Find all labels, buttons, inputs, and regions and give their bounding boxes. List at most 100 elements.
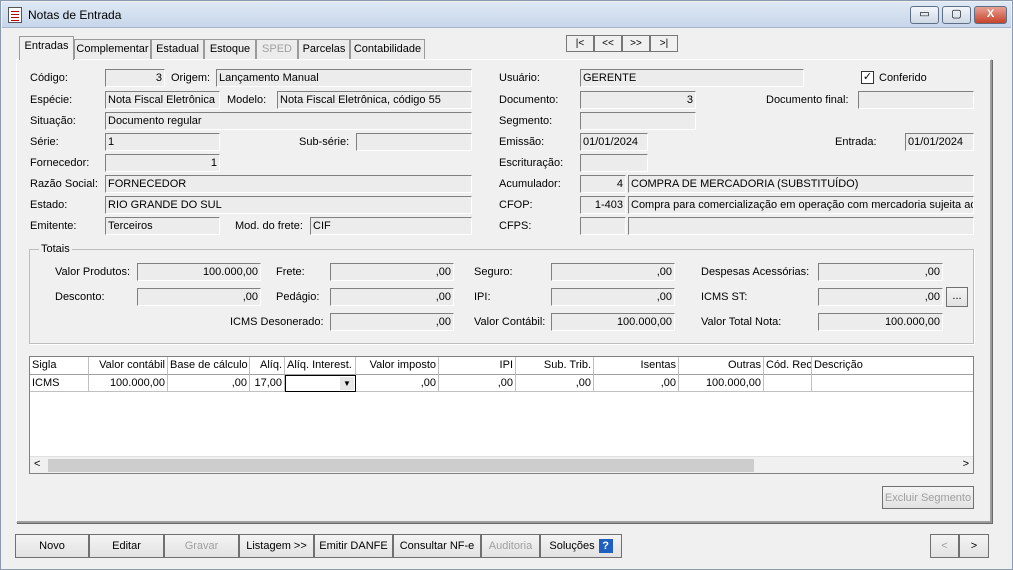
column-header[interactable]: Isentas	[594, 357, 679, 375]
segmento-field[interactable]	[580, 112, 696, 130]
entrada-field[interactable]: 01/01/2024	[905, 133, 974, 151]
razao-social-field[interactable]: FORNECEDOR	[105, 175, 472, 193]
desconto-field[interactable]: ,00	[137, 288, 261, 306]
table-cell[interactable]	[812, 375, 973, 392]
scroll-right-icon[interactable]: >	[963, 458, 969, 470]
escrituracao-label: Escrituração:	[499, 157, 564, 169]
horizontal-scrollbar[interactable]: < >	[30, 456, 973, 473]
table-cell[interactable]: ,00	[516, 375, 594, 392]
despesas-acessorias-field[interactable]: ,00	[818, 263, 943, 281]
modelo-label: Modelo:	[227, 94, 267, 106]
listagem-button[interactable]: Listagem >>	[239, 534, 314, 558]
editar-button[interactable]: Editar	[89, 534, 164, 558]
modelo-field[interactable]: Nota Fiscal Eletrônica, código 55	[277, 91, 472, 109]
minimize-button[interactable]: ▭	[910, 6, 939, 24]
column-header[interactable]: Base de cálculo	[168, 357, 250, 375]
acumulador-description-field[interactable]: COMPRA DE MERCADORIA (SUBSTITUÍDO)	[628, 175, 974, 193]
emitente-field[interactable]: Terceiros	[105, 217, 220, 235]
tab-sped[interactable]: SPED	[256, 39, 298, 59]
usuario-field[interactable]: GERENTE	[580, 69, 804, 87]
table-cell[interactable]	[764, 375, 812, 392]
help-icon: ?	[598, 539, 613, 554]
scrollbar-thumb[interactable]	[48, 459, 754, 472]
column-header[interactable]: Valor contábil	[89, 357, 168, 375]
cfps-description-field[interactable]	[628, 217, 974, 235]
acumulador-code-field[interactable]: 4	[580, 175, 626, 193]
close-button[interactable]: X	[974, 6, 1007, 24]
column-header[interactable]: Alíq. Interest.	[285, 357, 356, 375]
column-header[interactable]: Alíq.	[250, 357, 285, 375]
origem-field[interactable]: Lançamento Manual	[216, 69, 472, 87]
ipi-label: IPI:	[474, 291, 491, 303]
valor-produtos-field[interactable]: 100.000,00	[137, 263, 261, 281]
table-cell[interactable]: 100.000,00	[89, 375, 168, 392]
consultar-nfe-button[interactable]: Consultar NF-e	[393, 534, 481, 558]
conferido-checkbox[interactable]: ✓	[861, 71, 874, 84]
column-header[interactable]: IPI	[439, 357, 516, 375]
icms-st-details-button[interactable]: ...	[946, 287, 968, 307]
cfop-description-field[interactable]: Compra para comercialização em operação …	[628, 196, 974, 214]
tab-estoque[interactable]: Estoque	[204, 39, 256, 59]
ipi-field[interactable]: ,00	[551, 288, 675, 306]
column-header[interactable]: Sigla	[30, 357, 89, 375]
table-cell[interactable]: ,00	[168, 375, 250, 392]
table-cell[interactable]: ,00	[594, 375, 679, 392]
tab-estadual[interactable]: Estadual	[151, 39, 204, 59]
column-header[interactable]: Valor imposto	[356, 357, 439, 375]
column-header[interactable]: Sub. Trib.	[516, 357, 594, 375]
aliq-interest-dropdown[interactable]: ▼	[285, 375, 356, 392]
next-button[interactable]: >	[959, 534, 989, 558]
gravar-button[interactable]: Gravar	[164, 534, 239, 558]
novo-button[interactable]: Novo	[15, 534, 89, 558]
pedagio-field[interactable]: ,00	[330, 288, 454, 306]
prev-record-button[interactable]: <<	[594, 35, 622, 52]
mod-frete-field[interactable]: CIF	[310, 217, 472, 235]
table-cell[interactable]: ,00	[356, 375, 439, 392]
emitir-danfe-button[interactable]: Emitir DANFE	[314, 534, 393, 558]
scroll-left-icon[interactable]: <	[34, 458, 40, 470]
tab-entradas[interactable]: Entradas	[19, 36, 74, 60]
situacao-field[interactable]: Documento regular	[105, 112, 472, 130]
frete-field[interactable]: ,00	[330, 263, 454, 281]
fornecedor-field[interactable]: 1	[105, 154, 220, 172]
auditoria-button[interactable]: Auditoria	[481, 534, 540, 558]
table-cell[interactable]: 17,00	[250, 375, 285, 392]
escrituracao-field[interactable]	[580, 154, 648, 172]
entrada-label: Entrada:	[835, 136, 877, 148]
seguro-field[interactable]: ,00	[551, 263, 675, 281]
first-record-button[interactable]: |<	[566, 35, 594, 52]
segments-grid[interactable]: Sigla Valor contábil Base de cálculo Alí…	[29, 356, 974, 474]
serie-field[interactable]: 1	[105, 133, 220, 151]
documento-field[interactable]: 3	[580, 91, 696, 109]
valor-contabil-field[interactable]: 100.000,00	[551, 313, 675, 331]
next-record-button[interactable]: >>	[622, 35, 650, 52]
subserie-field[interactable]	[356, 133, 472, 151]
especie-field[interactable]: Nota Fiscal Eletrônica	[105, 91, 220, 109]
icms-desonerado-field[interactable]: ,00	[330, 313, 454, 331]
last-record-button[interactable]: >|	[650, 35, 678, 52]
cfop-label: CFOP:	[499, 199, 533, 211]
column-header[interactable]: Outras	[679, 357, 764, 375]
documento-final-field[interactable]	[858, 91, 974, 109]
cfps-code-field[interactable]	[580, 217, 626, 235]
chevron-down-icon[interactable]: ▼	[340, 377, 354, 390]
emissao-field[interactable]: 01/01/2024	[580, 133, 648, 151]
previous-button[interactable]: <	[930, 534, 959, 558]
estado-field[interactable]: RIO GRANDE DO SUL	[105, 196, 472, 214]
solucoes-button[interactable]: Soluções?	[540, 534, 622, 558]
window-title: Notas de Entrada	[28, 8, 122, 22]
codigo-field[interactable]: 3	[105, 69, 165, 87]
tab-parcelas[interactable]: Parcelas	[298, 39, 350, 59]
tab-contabilidade[interactable]: Contabilidade	[350, 39, 425, 59]
column-header[interactable]: Cód. Rec.	[764, 357, 812, 375]
valor-total-nota-field[interactable]: 100.000,00	[818, 313, 943, 331]
icms-st-field[interactable]: ,00	[818, 288, 943, 306]
table-cell[interactable]: ICMS	[30, 375, 89, 392]
maximize-button[interactable]: ▢	[942, 6, 971, 24]
excluir-segmento-button[interactable]: Excluir Segmento	[882, 486, 974, 509]
column-header[interactable]: Descrição	[812, 357, 973, 375]
tab-complementar[interactable]: Complementar	[74, 39, 151, 59]
table-cell[interactable]: 100.000,00	[679, 375, 764, 392]
table-cell[interactable]: ,00	[439, 375, 516, 392]
cfop-code-field[interactable]: 1-403	[580, 196, 626, 214]
